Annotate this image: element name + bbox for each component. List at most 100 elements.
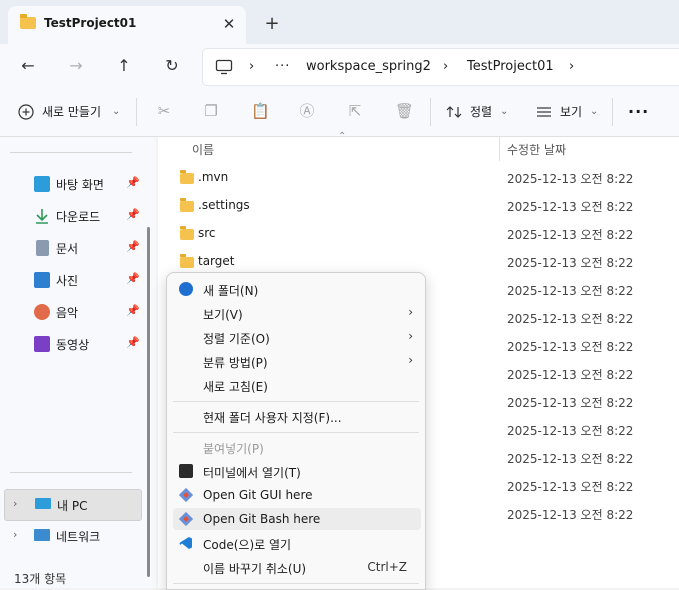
more-options-button[interactable]: ··· — [628, 100, 649, 124]
view-icon — [537, 107, 551, 117]
menu-item-new-folder[interactable]: 새 폴더(N) — [173, 278, 421, 300]
view-button[interactable]: 보기 — [560, 100, 582, 124]
sort-button[interactable]: 정렬 — [470, 100, 492, 124]
menu-item-label: Code(으)로 열기 — [203, 538, 292, 552]
paste-icon[interactable]: 📋 — [251, 102, 270, 120]
music-icon — [34, 304, 50, 320]
column-header-date-modified[interactable]: 수정한 날짜 — [507, 141, 566, 158]
video-icon — [34, 336, 50, 352]
git-bash-icon — [179, 512, 193, 526]
back-button[interactable]: ← — [14, 52, 42, 80]
chevron-down-icon: ⌄ — [500, 106, 509, 117]
breadcrumb-testproject[interactable]: TestProject01 — [467, 59, 554, 74]
chevron-right-icon[interactable]: › — [13, 497, 17, 510]
pin-icon[interactable]: 📌 — [126, 240, 140, 253]
pictures-icon — [34, 272, 50, 288]
folder-icon — [180, 198, 194, 212]
menu-item-label: 보기(V) — [203, 308, 243, 322]
file-row[interactable]: .mvn 2025-12-13 오전 8:22 — [158, 165, 679, 189]
column-header-name[interactable]: 이름 — [192, 141, 214, 158]
rename-icon[interactable]: Ⓐ — [298, 102, 316, 120]
menu-item-undo-rename[interactable]: 이름 바꾸기 취소(U) Ctrl+Z — [173, 556, 421, 578]
breadcrumb-separator[interactable]: › — [569, 59, 574, 74]
share-icon[interactable]: ⇱ — [346, 102, 364, 120]
new-tab-button[interactable]: + — [260, 12, 284, 36]
sidebar-item-this-pc[interactable]: › 내 PC — [4, 489, 142, 521]
pin-icon[interactable]: 📌 — [126, 272, 140, 285]
sidebar-scrollbar[interactable] — [147, 227, 150, 577]
pin-icon[interactable]: 📌 — [126, 336, 140, 349]
copy-icon[interactable]: ❐ — [202, 102, 220, 120]
menu-item-group-by[interactable]: 분류 방법(P) › — [173, 350, 421, 372]
menu-item-label: 이름 바꾸기 취소(U) — [203, 562, 307, 576]
vscode-icon — [179, 537, 192, 549]
file-row[interactable]: target 2025-12-13 오전 8:22 — [158, 249, 679, 273]
pin-icon[interactable]: 📌 — [126, 176, 140, 189]
file-name: .settings — [198, 198, 250, 212]
file-row[interactable]: .settings 2025-12-13 오전 8:22 — [158, 193, 679, 217]
breadcrumb-workspace[interactable]: workspace_spring2 — [306, 59, 431, 74]
menu-item-git-gui[interactable]: Open Git GUI here — [173, 484, 421, 506]
chevron-down-icon: ⌄ — [112, 106, 121, 117]
pin-icon[interactable]: 📌 — [126, 304, 140, 317]
tab-testproject01[interactable]: TestProject01 ✕ — [8, 6, 246, 44]
file-date-modified: 2025-12-13 오전 8:22 — [507, 368, 634, 382]
file-date-modified: 2025-12-13 오전 8:22 — [507, 256, 634, 270]
desktop-icon — [34, 176, 50, 192]
folder-icon — [180, 254, 194, 268]
file-name: src — [198, 226, 216, 240]
menu-item-label: 새 폴더(N) — [203, 284, 259, 298]
up-button[interactable]: ↑ — [110, 52, 138, 80]
menu-item-paste[interactable]: 붙여넣기(P) — [173, 436, 421, 458]
file-date-modified: 2025-12-13 오전 8:22 — [507, 200, 634, 214]
menu-divider — [173, 583, 419, 584]
refresh-button[interactable]: ↻ — [158, 52, 186, 80]
new-button[interactable]: 새로 만들기 — [42, 100, 101, 124]
sidebar-item-music[interactable]: 음악 📌 — [34, 302, 146, 322]
sidebar-item-pictures[interactable]: 사진 📌 — [34, 270, 146, 290]
menu-item-label: 새로 고침(E) — [203, 380, 268, 394]
menu-divider — [173, 401, 419, 402]
close-tab-button[interactable]: ✕ — [218, 13, 240, 35]
breadcrumb-separator[interactable]: › — [249, 59, 254, 74]
sidebar-item-network[interactable]: › 네트워크 — [4, 525, 140, 547]
sidebar-item-documents[interactable]: 문서 📌 — [34, 238, 146, 258]
menu-item-label: 현재 폴더 사용자 지정(F)... — [203, 411, 342, 425]
file-date-modified: 2025-12-13 오전 8:22 — [507, 508, 634, 522]
menu-item-label: 분류 방법(P) — [203, 356, 268, 370]
network-icon — [34, 529, 50, 541]
sidebar-item-desktop[interactable]: 바탕 화면 📌 — [34, 174, 146, 194]
breadcrumb-overflow[interactable]: ··· — [275, 59, 290, 74]
tab-strip: TestProject01 ✕ + — [0, 0, 679, 44]
file-date-modified: 2025-12-13 오전 8:22 — [507, 228, 634, 242]
file-name: .mvn — [198, 170, 229, 184]
delete-icon[interactable]: 🗑 — [395, 102, 414, 120]
column-divider[interactable] — [499, 137, 500, 161]
sidebar-item-label: 사진 — [56, 274, 79, 288]
monitor-icon[interactable] — [215, 59, 233, 75]
forward-button[interactable]: → — [62, 52, 90, 80]
sidebar-item-videos[interactable]: 동영상 📌 — [34, 334, 146, 354]
menu-item-open-terminal[interactable]: 터미널에서 열기(T) — [173, 460, 421, 482]
toolbar-divider — [136, 98, 137, 126]
sidebar-item-label: 다운로드 — [56, 210, 101, 224]
menu-item-git-bash[interactable]: Open Git Bash here — [173, 508, 421, 530]
terminal-icon — [179, 464, 193, 478]
document-icon — [36, 240, 49, 256]
menu-item-refresh[interactable]: 새로 고침(E) — [173, 374, 421, 396]
address-bar[interactable]: › ··· workspace_spring2 › TestProject01 … — [202, 48, 679, 86]
menu-item-view[interactable]: 보기(V) › — [173, 302, 421, 324]
menu-item-customize-folder[interactable]: 현재 폴더 사용자 지정(F)... — [173, 405, 421, 427]
menu-item-open-vscode[interactable]: Code(으)로 열기 — [173, 532, 421, 554]
breadcrumb-separator[interactable]: › — [443, 59, 448, 74]
sidebar-item-downloads[interactable]: 다운로드 📌 — [34, 206, 146, 226]
new-folder-icon — [179, 282, 193, 296]
file-row[interactable]: src 2025-12-13 오전 8:22 — [158, 221, 679, 245]
git-gui-icon — [179, 488, 193, 502]
cut-icon[interactable]: ✂ — [155, 102, 173, 120]
chevron-right-icon[interactable]: › — [13, 528, 17, 541]
sidebar-divider — [10, 472, 132, 473]
menu-item-sort-by[interactable]: 정렬 기준(O) › — [173, 326, 421, 348]
context-menu: 새 폴더(N) 보기(V) › 정렬 기준(O) › 분류 방법(P) › 새로… — [166, 272, 426, 590]
pin-icon[interactable]: 📌 — [126, 208, 140, 221]
